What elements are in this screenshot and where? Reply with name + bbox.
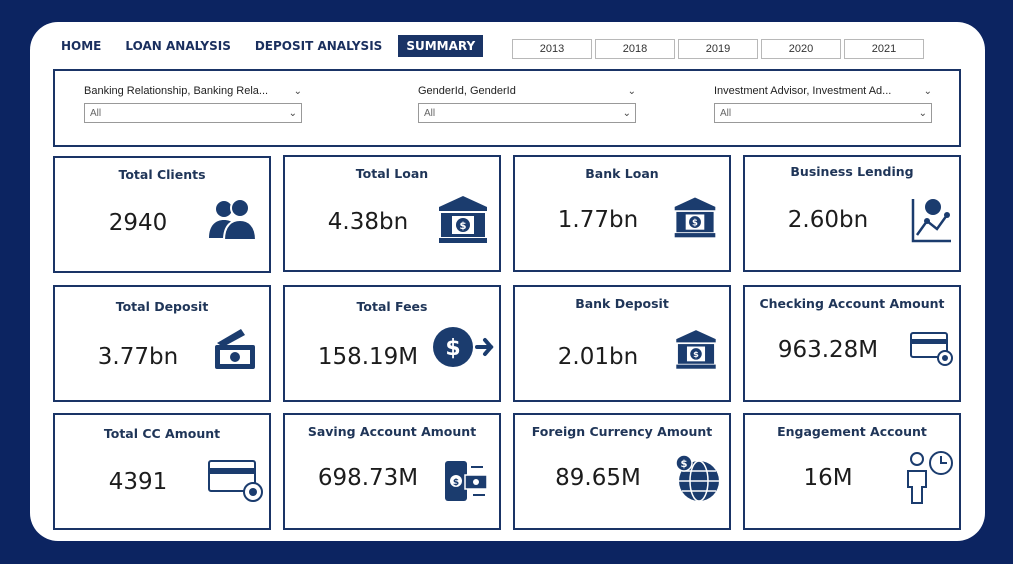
nav-deposit-analysis[interactable]: DEPOSIT ANALYSIS: [247, 35, 390, 57]
filter-gender: GenderId, GenderId ⌄ All ⌄: [418, 83, 636, 123]
chevron-down-icon: ⌄: [622, 107, 631, 119]
card-total-fees: Total Fees 158.19M $: [283, 285, 501, 402]
svg-text:$: $: [453, 478, 459, 488]
filter-label: Investment Advisor, Investment Ad...: [714, 85, 892, 97]
filter-bar: Banking Relationship, Banking Rela... ⌄ …: [53, 69, 961, 147]
globe-dollar-icon: $: [673, 453, 723, 503]
card-title: Bank Deposit: [575, 296, 669, 311]
card-title: Total Fees: [356, 299, 428, 314]
card-title: Total CC Amount: [103, 426, 221, 441]
svg-text:$: $: [693, 349, 699, 359]
banking-relationship-dropdown[interactable]: All ⌄: [84, 103, 302, 123]
card-value: 1.77bn: [557, 207, 639, 233]
gender-dropdown[interactable]: All ⌄: [418, 103, 636, 123]
card-total-cc-amount: Total CC Amount 4391: [53, 413, 271, 530]
chart-growth-icon: [909, 195, 953, 245]
card-value: 4.38bn: [327, 209, 409, 235]
card-total-clients: Total Clients 2940: [53, 156, 271, 273]
filter-banking-relationship: Banking Relationship, Banking Rela... ⌄ …: [84, 83, 302, 123]
year-2019[interactable]: 2019: [678, 39, 758, 59]
bank-icon: $: [435, 193, 491, 245]
cash-deposit-icon: [211, 325, 259, 373]
card-title: Engagement Account: [777, 424, 927, 439]
card-engagement-account: Engagement Account 16M: [743, 413, 961, 530]
nav-summary[interactable]: SUMMARY: [398, 35, 484, 57]
card-checking-account-amount: Checking Account Amount 963.28M: [743, 285, 961, 402]
card-value: 963.28M: [777, 337, 879, 363]
card-total-deposit: Total Deposit 3.77bn: [53, 285, 271, 402]
filter-investment-advisor: Investment Advisor, Investment Ad... ⌄ A…: [714, 83, 932, 123]
filter-label: Banking Relationship, Banking Rela...: [84, 85, 269, 97]
card-title: Business Lending: [790, 164, 914, 179]
chevron-down-icon[interactable]: ⌄: [924, 86, 932, 97]
card-business-lending: Business Lending 2.60bn: [743, 155, 961, 272]
svg-text:$: $: [445, 336, 460, 361]
card-value: 16M: [803, 465, 853, 491]
dropdown-value: All: [720, 107, 732, 119]
card-total-loan: Total Loan 4.38bn $: [283, 155, 501, 272]
svg-text:$: $: [460, 221, 467, 232]
chevron-down-icon[interactable]: ⌄: [294, 86, 302, 97]
card-title: Bank Loan: [585, 166, 659, 181]
chevron-down-icon[interactable]: ⌄: [628, 86, 636, 97]
card-title: Total Clients: [118, 167, 206, 182]
chevron-down-icon: ⌄: [288, 107, 297, 119]
dropdown-value: All: [90, 107, 102, 119]
card-bank-loan: Bank Loan 1.77bn $: [513, 155, 731, 272]
dropdown-value: All: [424, 107, 436, 119]
card-settings-icon: [207, 457, 265, 503]
bank-icon: $: [671, 195, 719, 239]
chevron-down-icon: ⌄: [918, 107, 927, 119]
mobile-payment-icon: $: [443, 459, 489, 503]
card-value: 3.77bn: [97, 344, 179, 370]
investment-advisor-dropdown[interactable]: All ⌄: [714, 103, 932, 123]
card-title: Total Loan: [355, 166, 429, 181]
svg-text:$: $: [692, 217, 698, 227]
card-bank-deposit: Bank Deposit 2.01bn $: [513, 285, 731, 402]
card-value: 2940: [108, 210, 168, 236]
card-value: 89.65M: [555, 465, 641, 491]
nav-loan-analysis[interactable]: LOAN ANALYSIS: [117, 35, 238, 57]
card-settings-icon: [909, 331, 955, 367]
svg-text:$: $: [681, 459, 688, 470]
card-title: Saving Account Amount: [307, 424, 477, 439]
top-nav: HOME LOAN ANALYSIS DEPOSIT ANALYSIS SUMM…: [61, 34, 491, 58]
card-value: 2.60bn: [787, 207, 869, 233]
person-clock-icon: [903, 447, 955, 507]
card-value: 4391: [108, 469, 168, 495]
card-title: Foreign Currency Amount: [531, 424, 713, 439]
people-icon: [205, 194, 261, 246]
filter-label: GenderId, GenderId: [418, 85, 516, 97]
year-2013[interactable]: 2013: [512, 39, 592, 59]
card-title: Total Deposit: [115, 299, 209, 314]
card-foreign-currency-amount: Foreign Currency Amount 89.65M $: [513, 413, 731, 530]
card-value: 158.19M: [317, 344, 419, 370]
card-saving-account-amount: Saving Account Amount 698.73M $: [283, 413, 501, 530]
year-slicer: 2013 2018 2019 2020 2021: [512, 39, 927, 59]
year-2021[interactable]: 2021: [844, 39, 924, 59]
card-title: Checking Account Amount: [759, 296, 945, 311]
card-value: 698.73M: [317, 465, 419, 491]
nav-home[interactable]: HOME: [61, 35, 109, 57]
year-2020[interactable]: 2020: [761, 39, 841, 59]
dollar-transfer-icon: $: [431, 323, 495, 371]
year-2018[interactable]: 2018: [595, 39, 675, 59]
card-value: 2.01bn: [557, 344, 639, 370]
bank-icon: $: [673, 327, 719, 371]
